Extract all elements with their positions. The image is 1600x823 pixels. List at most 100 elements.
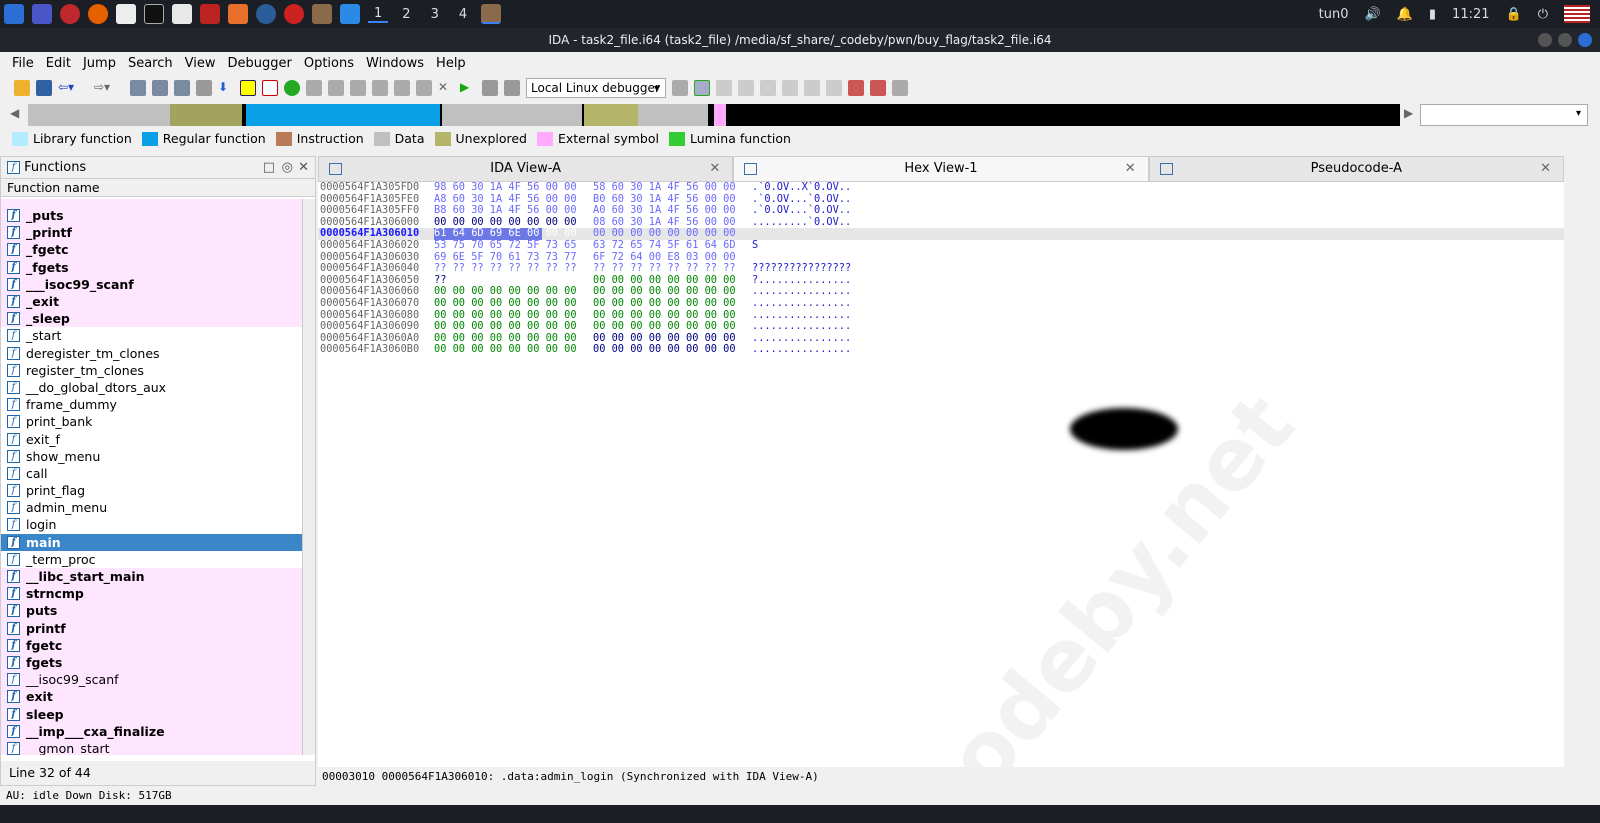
pause-icon[interactable]: [482, 80, 498, 96]
function-row[interactable]: f exit: [1, 688, 303, 706]
function-row[interactable]: f __isoc99_scanf: [1, 671, 303, 689]
lock-icon[interactable]: 🔒: [1506, 7, 1522, 22]
hex-bytes-1[interactable]: 00 00 00 00 00 00 00 00: [434, 344, 577, 356]
menu-search[interactable]: Search: [128, 56, 173, 71]
step-into-icon[interactable]: [672, 80, 688, 96]
struct-icon[interactable]: [372, 80, 388, 96]
ascii-icon[interactable]: [350, 80, 366, 96]
function-row[interactable]: f _printf: [1, 224, 303, 242]
workspace-1[interactable]: 1: [368, 6, 389, 23]
ida-window-button[interactable]: [481, 4, 502, 24]
open-icon[interactable]: [14, 80, 30, 96]
debugger-select[interactable]: Local Linux debugger ▾: [526, 78, 666, 98]
workspace-3[interactable]: 3: [425, 7, 445, 22]
nav-right-arrow[interactable]: ▶: [1404, 106, 1413, 120]
hex-bytes-2[interactable]: 58 60 30 1A 4F 56 00 00: [593, 182, 736, 194]
tab-ida-view-a[interactable]: IDA View-A ✕: [318, 156, 734, 182]
function-row[interactable]: f __imp___cxa_finalize: [1, 722, 303, 740]
column-header-function-name[interactable]: Function name: [1, 179, 315, 197]
hex-ascii[interactable]: ????????????????: [752, 263, 851, 275]
functions-scrollbar[interactable]: [302, 199, 315, 755]
step-over-icon[interactable]: [716, 80, 732, 96]
float-icon[interactable]: □: [263, 160, 275, 175]
clock[interactable]: 11:21: [1452, 7, 1489, 22]
hex-row[interactable]: 0000564F1A3060B0 00 00 00 00 00 00 00 00 0…: [318, 344, 1564, 356]
hex-bytes-2[interactable]: ?? ?? ?? ?? ?? ?? ?? ??: [593, 263, 736, 275]
nav-zoom-select[interactable]: ▾: [1420, 104, 1588, 126]
function-row[interactable]: f __gmon_start__: [1, 739, 303, 755]
save-icon[interactable]: [36, 80, 52, 96]
ghidra-icon[interactable]: [284, 4, 304, 24]
function-row[interactable]: f strncmp: [1, 585, 303, 603]
files-icon[interactable]: [172, 4, 192, 24]
hex-bytes-1[interactable]: 53 75 70 65 72 5F 73 65: [434, 239, 577, 252]
options-icon[interactable]: ◎: [282, 160, 293, 175]
function-row[interactable]: f _exit: [1, 292, 303, 311]
hex-bytes-1[interactable]: 98 60 30 1A 4F 56 00 00: [434, 182, 577, 194]
hex-view[interactable]: 0000564F1A305FD0 98 60 30 1A 4F 56 00 00 5…: [318, 182, 1564, 767]
hex-row[interactable]: 0000564F1A306090 00 00 00 00 00 00 00 00 0…: [318, 321, 1564, 333]
function-row[interactable]: f exit_f: [1, 430, 303, 447]
hex-bytes-2[interactable]: 00 00 00 00 00 00 00 00: [593, 297, 736, 310]
hex-bytes-2[interactable]: 00 00 00 00 00 00 00 00: [593, 321, 736, 333]
function-row[interactable]: f call: [1, 465, 303, 482]
menu-windows[interactable]: Windows: [366, 56, 424, 71]
close-button[interactable]: [1578, 33, 1592, 47]
start-debug-icon[interactable]: ▶: [460, 80, 476, 96]
function-row[interactable]: f register_tm_clones: [1, 362, 303, 379]
function-row[interactable]: f admin_menu: [1, 499, 303, 516]
menu-view[interactable]: View: [185, 56, 216, 71]
vscode-icon[interactable]: [340, 4, 360, 24]
close-icon[interactable]: ✕: [298, 160, 309, 175]
menu-file[interactable]: File: [12, 56, 34, 71]
maximize-button[interactable]: [1558, 33, 1572, 47]
hex-ascii[interactable]: ................: [752, 321, 851, 333]
zap-icon[interactable]: [256, 4, 276, 24]
green-circle-icon[interactable]: [284, 80, 300, 96]
close-tab-icon[interactable]: ✕: [709, 157, 720, 181]
function-row[interactable]: f _sleep: [1, 310, 303, 328]
search-binary-icon[interactable]: [130, 80, 146, 96]
function-row[interactable]: f deregister_tm_clones: [1, 345, 303, 362]
close-tab-icon[interactable]: ✕: [1540, 157, 1551, 181]
add-plugin-icon[interactable]: [870, 80, 886, 96]
hex-bytes-1[interactable]: 00 00 00 00 00 00 00 00: [434, 321, 577, 333]
hex-bytes-2[interactable]: 63 72 65 74 5F 61 64 6D: [593, 239, 736, 252]
function-row[interactable]: f frame_dummy: [1, 396, 303, 413]
terminal-icon[interactable]: [144, 4, 164, 24]
hex-ascii[interactable]: S: [752, 239, 758, 252]
remove-plugin-icon[interactable]: [892, 80, 908, 96]
flag-icon[interactable]: [1564, 5, 1590, 23]
ida-icon[interactable]: [312, 4, 332, 24]
jump-down-icon[interactable]: ⬇: [218, 80, 234, 96]
function-row[interactable]: f show_menu: [1, 448, 303, 465]
hex-row[interactable]: 0000564F1A306070 00 00 00 00 00 00 00 00 0…: [318, 297, 1564, 310]
hex-row[interactable]: 0000564F1A306040 ?? ?? ?? ?? ?? ?? ?? ???…: [318, 263, 1564, 275]
hex-row[interactable]: 0000564F1A306020 53 75 70 65 72 5F 73 65 6…: [318, 239, 1564, 252]
notification-icon[interactable]: 🔔: [1397, 7, 1413, 22]
close-tab-icon[interactable]: ✕: [1125, 157, 1136, 181]
function-row[interactable]: f fgets: [1, 653, 303, 672]
code-icon[interactable]: [306, 80, 322, 96]
volume-icon[interactable]: 🔊: [1365, 7, 1381, 22]
desktop-icon[interactable]: [32, 4, 52, 24]
menu-help[interactable]: Help: [436, 56, 466, 71]
function-row[interactable]: f _start: [1, 327, 303, 344]
function-row[interactable]: f printf: [1, 619, 303, 637]
trace-icon[interactable]: [804, 80, 820, 96]
burp-icon[interactable]: [228, 4, 248, 24]
function-icon[interactable]: [394, 80, 410, 96]
nav-left-arrow[interactable]: ◀: [10, 106, 19, 120]
function-row[interactable]: f _term_proc: [1, 551, 303, 568]
function-row[interactable]: f main: [1, 533, 303, 551]
minimize-button[interactable]: [1538, 33, 1552, 47]
function-row[interactable]: f __do_global_dtors_aux: [1, 379, 303, 396]
edit-icon[interactable]: [416, 80, 432, 96]
hex-ascii[interactable]: .`0.OV..X`0.OV..: [752, 182, 851, 194]
window-icon[interactable]: [826, 80, 842, 96]
kali-menu-icon[interactable]: [4, 4, 24, 24]
workspace-4[interactable]: 4: [453, 7, 473, 22]
document-viewer-icon[interactable]: [116, 4, 136, 24]
string-icon[interactable]: [240, 80, 256, 96]
tracing-icon[interactable]: [782, 80, 798, 96]
